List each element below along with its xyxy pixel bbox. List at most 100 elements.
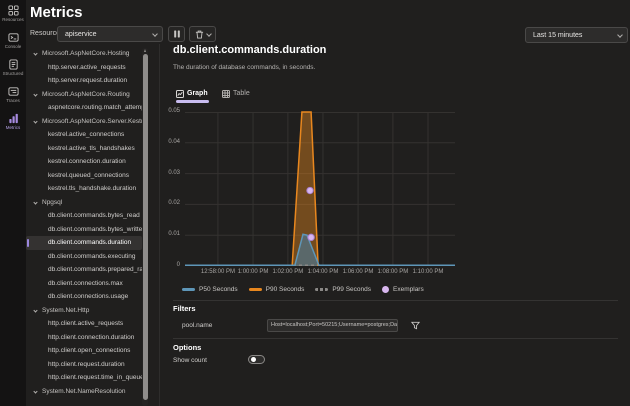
sidebar-item-traces[interactable]: Traces (0, 81, 26, 108)
chevron-down-icon (33, 119, 37, 123)
legend-label: P99 Seconds (332, 286, 371, 293)
selected-indicator (27, 239, 29, 248)
tree-item[interactable]: kestrel.tls_handshake.duration (26, 182, 142, 196)
sidebar-item-label: Metrics (6, 125, 21, 130)
resource-select[interactable]: apiservice (57, 26, 163, 42)
tree-item[interactable]: http.client.request.time_in_queue (26, 371, 142, 385)
tree-item[interactable]: kestrel.queued_connections (26, 169, 142, 183)
tree-item[interactable]: kestrel.connection.duration (26, 155, 142, 169)
resources-icon (8, 5, 19, 16)
filter-value-select[interactable]: Host=localhost;Port=50215;Username=postg… (267, 319, 398, 332)
pause-telemetry-button[interactable] (168, 26, 185, 42)
tree-item[interactable]: db.client.commands.bytes_read (26, 209, 142, 223)
tree-scrollbar[interactable] (142, 48, 148, 406)
chevron-down-icon (152, 31, 158, 37)
divider (173, 338, 618, 339)
scroll-up-icon[interactable] (144, 49, 146, 52)
tree-item[interactable]: http.server.request.duration (26, 74, 142, 88)
tree-group[interactable]: System.Net.NameResolution (26, 385, 142, 399)
series-swatch-icon (315, 288, 328, 291)
series-line (185, 112, 455, 265)
metrics-icon (8, 113, 19, 124)
tree-row-label: db.client.connections.max (48, 280, 123, 287)
divider (173, 300, 618, 301)
tab-table[interactable]: Table (222, 87, 250, 100)
tree-item[interactable]: db.client.commands.bytes_written (26, 223, 142, 237)
series-swatch-icon (182, 288, 195, 291)
y-axis-tick-label: 0.02 (156, 200, 180, 206)
tree-row-label: db.client.commands.bytes_read (48, 212, 140, 219)
metrics-chart-svg (185, 112, 455, 266)
nav-rail: Resources Console Structured (0, 0, 26, 406)
y-axis-tick-label: 0.04 (156, 139, 180, 145)
tab-graph[interactable]: Graph (176, 87, 208, 100)
tree-row-label: db.client.commands.bytes_written (48, 226, 142, 233)
metrics-chart[interactable] (185, 112, 455, 266)
chevron-down-icon (33, 200, 37, 204)
legend-item[interactable]: Exemplars (382, 286, 424, 293)
tree-row-label: System.Net.Http (42, 307, 89, 314)
panel-divider (159, 44, 160, 406)
sidebar-item-console[interactable]: Console (0, 27, 26, 54)
tree-item[interactable]: http.client.connection.duration (26, 331, 142, 345)
tree-row-label: http.client.open_connections (48, 347, 130, 354)
legend-item[interactable]: P90 Seconds (249, 286, 305, 293)
tree-group[interactable]: Microsoft.AspNetCore.Hosting (26, 47, 142, 61)
tree-item[interactable]: http.server.active_requests (26, 61, 142, 75)
sidebar-item-resources[interactable]: Resources (0, 0, 26, 27)
sidebar-item-metrics[interactable]: Metrics (0, 108, 26, 135)
tree-row-label: aspnetcore.routing.match_attempts (48, 104, 142, 111)
tree-item[interactable]: db.client.commands.prepared_ratio (26, 263, 142, 277)
trash-icon (195, 30, 204, 39)
show-count-toggle[interactable] (248, 355, 265, 364)
chart-legend: P50 Seconds P90 Seconds P99 Seconds Exempla… (182, 283, 424, 296)
tree-item[interactable]: http.client.open_connections (26, 344, 142, 358)
metric-subtitle: The duration of database commands, in se… (173, 64, 315, 71)
exemplar-point[interactable] (308, 234, 314, 240)
tree-item[interactable]: kestrel.active_tls_handshakes (26, 142, 142, 156)
tree-item[interactable]: http.client.active_requests (26, 317, 142, 331)
exemplar-point[interactable] (307, 187, 313, 193)
resource-label: Resource (30, 30, 60, 37)
pause-icon (173, 30, 181, 38)
sidebar-item-label: Console (5, 44, 22, 49)
tree-row-label: Microsoft.AspNetCore.Routing (42, 91, 130, 98)
tree-item[interactable]: db.client.connections.max (26, 277, 142, 291)
y-axis-tick-label: 0.03 (156, 170, 180, 176)
tree-group[interactable]: Microsoft.AspNetCore.Server.Kestrel (26, 115, 142, 129)
tree-item[interactable]: db.client.commands.duration (26, 236, 142, 250)
tree-row-label: System.Net.NameResolution (42, 388, 125, 395)
tree-row-label: http.client.request.time_in_queue (48, 374, 142, 381)
tree-row-label: kestrel.active_connections (48, 131, 124, 138)
tree-row-label: db.client.commands.duration (48, 239, 131, 246)
chevron-down-icon (617, 32, 623, 38)
tree-group[interactable]: Npgsql (26, 196, 142, 210)
time-range-select[interactable]: Last 15 minutes (525, 27, 628, 43)
table-icon (222, 90, 230, 98)
y-axis-tick-label: 0.05 (156, 108, 180, 114)
sidebar-item-structured[interactable]: Structured (0, 54, 26, 81)
console-icon (8, 32, 19, 43)
tree-row-label: http.server.active_requests (48, 64, 126, 71)
tree-item[interactable]: http.client.request.duration (26, 358, 142, 372)
filter-funnel-icon[interactable] (411, 321, 420, 330)
scrollbar-thumb[interactable] (143, 54, 148, 400)
tree-item[interactable]: db.client.commands.executing (26, 250, 142, 264)
sidebar-item-label: Structured (3, 71, 24, 76)
series-area (185, 234, 455, 266)
tab-graph-label: Graph (187, 90, 208, 97)
aspire-dashboard: Resources Console Structured (0, 0, 630, 406)
tree-group[interactable]: System.Net.Http (26, 304, 142, 318)
legend-item[interactable]: P99 Seconds (315, 286, 371, 293)
tree-item[interactable]: db.client.connections.usage (26, 290, 142, 304)
tree-row-label: http.server.request.duration (48, 77, 127, 84)
remove-telemetry-button[interactable] (189, 26, 216, 42)
tree-row-label: kestrel.tls_handshake.duration (48, 185, 136, 192)
tab-table-label: Table (233, 90, 250, 97)
legend-item[interactable]: P50 Seconds (182, 286, 238, 293)
x-axis-tick-label: 1:10:00 PM (398, 269, 458, 275)
tree-item[interactable]: aspnetcore.routing.match_attempts (26, 101, 142, 115)
tree-row-label: Microsoft.AspNetCore.Hosting (42, 50, 129, 57)
tree-item[interactable]: kestrel.active_connections (26, 128, 142, 142)
tree-group[interactable]: Microsoft.AspNetCore.Routing (26, 88, 142, 102)
